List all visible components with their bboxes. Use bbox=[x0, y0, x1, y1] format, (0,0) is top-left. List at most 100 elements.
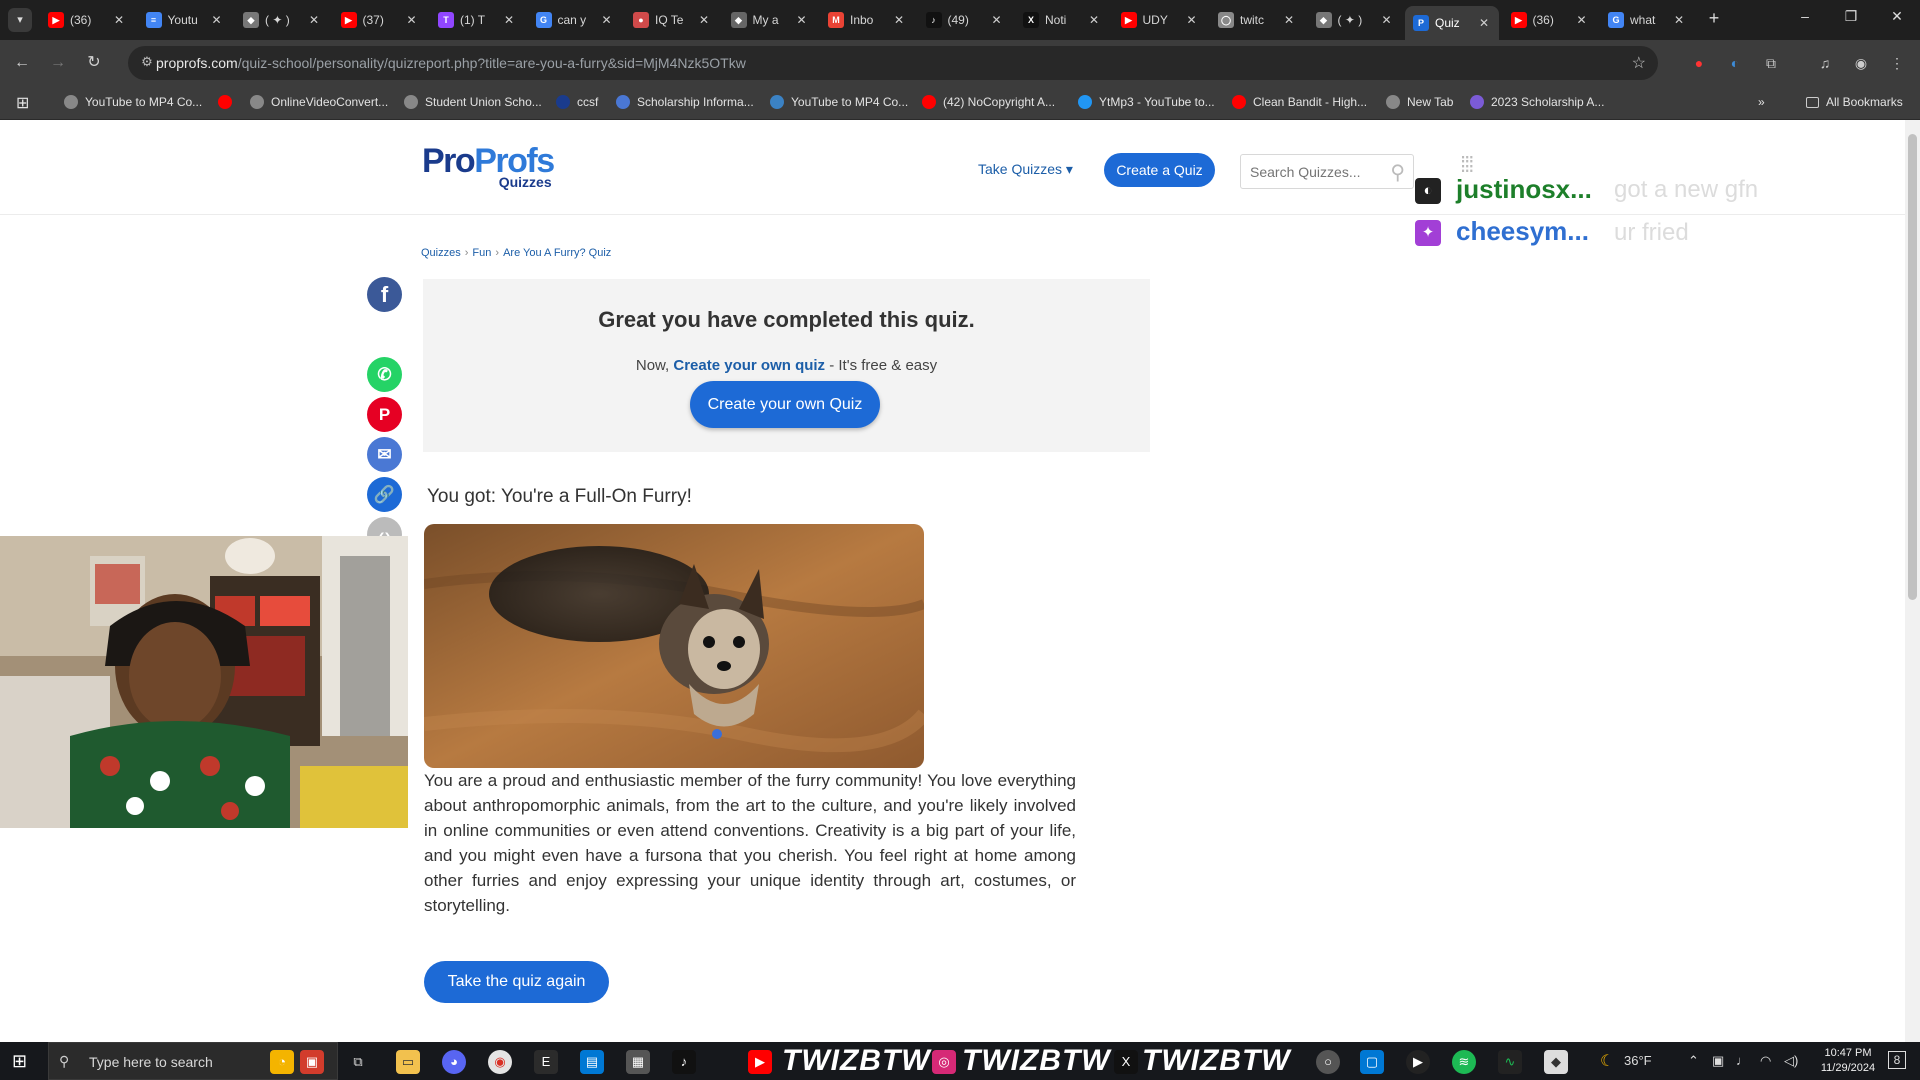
notifications-icon[interactable]: 8 bbox=[1888, 1051, 1906, 1069]
volume-icon[interactable]: ◁) bbox=[1784, 1053, 1798, 1069]
bookmark-item[interactable]: YouTube to MP4 Co... bbox=[64, 95, 202, 109]
bookmark-item[interactable]: YtMp3 - YouTube to... bbox=[1078, 95, 1215, 109]
roblox-icon[interactable]: ◆ bbox=[1544, 1050, 1568, 1074]
tab-close-icon[interactable]: ✕ bbox=[1282, 13, 1296, 27]
forward-icon[interactable]: → bbox=[47, 52, 69, 74]
whatsapp-share-icon[interactable]: ✆ bbox=[367, 357, 402, 392]
tab-close-icon[interactable]: ✕ bbox=[210, 13, 224, 27]
browser-tab[interactable]: ● IQ Te ✕ bbox=[625, 4, 719, 36]
bookmark-item[interactable]: 2023 Scholarship A... bbox=[1470, 95, 1604, 109]
tab-close-icon[interactable]: ✕ bbox=[1575, 13, 1589, 27]
audio-app-icon[interactable]: ∿ bbox=[1498, 1050, 1522, 1074]
gift-widget-icon[interactable]: ▣ bbox=[300, 1050, 324, 1074]
bookmark-item[interactable]: (42) NoCopyright A... bbox=[922, 95, 1055, 109]
tab-close-icon[interactable]: ✕ bbox=[502, 13, 516, 27]
task-view-icon[interactable]: ⧉ bbox=[346, 1050, 370, 1074]
tab-close-icon[interactable]: ✕ bbox=[795, 13, 809, 27]
media-control-icon[interactable]: ♫ bbox=[1814, 52, 1836, 74]
minimize-button[interactable]: – bbox=[1790, 8, 1820, 24]
omnibox[interactable]: ⚙ proprofs.com/quiz-school/personality/q… bbox=[128, 46, 1658, 80]
tiktok-icon[interactable]: ♪ bbox=[672, 1050, 696, 1074]
browser-tab[interactable]: ▶ (37) ✕ bbox=[333, 4, 427, 36]
browser-tab[interactable]: ◆ ( ✦ ) ✕ bbox=[235, 4, 329, 36]
page-scrollbar[interactable] bbox=[1905, 120, 1920, 1042]
site-info-icon[interactable]: ⚙ bbox=[138, 54, 156, 72]
all-bookmarks[interactable]: All Bookmarks bbox=[1806, 95, 1903, 109]
chrome-icon[interactable]: ◉ bbox=[488, 1050, 512, 1074]
weather-temp[interactable]: 36°F bbox=[1624, 1053, 1652, 1068]
browser-tab[interactable]: ◯ twitc ✕ bbox=[1210, 4, 1304, 36]
extension-blue-icon[interactable]: ◐ bbox=[1724, 52, 1746, 74]
apps-grid-icon[interactable]: ⁞⁞⁞ bbox=[1460, 154, 1474, 176]
browser-tab[interactable]: X Noti ✕ bbox=[1015, 4, 1109, 36]
breadcrumb-current[interactable]: Are You A Furry? Quiz bbox=[503, 247, 611, 259]
browser-tab[interactable]: ▶ (36) ✕ bbox=[40, 4, 134, 36]
tab-close-icon[interactable]: ✕ bbox=[1380, 13, 1394, 27]
browser-tab[interactable]: M Inbo ✕ bbox=[820, 4, 914, 36]
back-icon[interactable]: ← bbox=[11, 52, 33, 74]
proprofs-logo[interactable]: ProProfs Quizzes bbox=[422, 144, 555, 190]
create-own-quiz-link[interactable]: Create your own quiz bbox=[673, 357, 825, 374]
tray-overflow-icon[interactable]: ⌃ bbox=[1688, 1053, 1699, 1069]
restore-button[interactable]: ❐ bbox=[1836, 8, 1866, 25]
bookmark-item[interactable]: Scholarship Informa... bbox=[616, 95, 754, 109]
tab-close-icon[interactable]: ✕ bbox=[112, 13, 126, 27]
bookmark-item[interactable]: Student Union Scho... bbox=[404, 95, 542, 109]
network-icon[interactable]: ◠ bbox=[1760, 1053, 1771, 1069]
take-quiz-again-button[interactable]: Take the quiz again bbox=[424, 961, 609, 1003]
tab-close-icon[interactable]: ✕ bbox=[1185, 13, 1199, 27]
browser-tab[interactable]: Gcan y ✕ bbox=[528, 4, 622, 36]
media-player-icon[interactable]: ▶ bbox=[1406, 1050, 1430, 1074]
tab-close-icon[interactable]: ✕ bbox=[600, 13, 614, 27]
take-quizzes-menu[interactable]: Take Quizzes ▾ bbox=[978, 161, 1073, 178]
microphone-icon[interactable]: ♩ bbox=[1736, 1053, 1749, 1068]
breadcrumb-fun[interactable]: Fun bbox=[472, 247, 491, 259]
tab-close-icon[interactable]: ✕ bbox=[1477, 16, 1491, 30]
extensions-puzzle-icon[interactable]: ⧉ bbox=[1760, 52, 1782, 74]
close-window-button[interactable]: ✕ bbox=[1882, 8, 1912, 25]
browser-tab[interactable]: ◆ ( ✦ ) ✕ bbox=[1308, 4, 1402, 36]
breadcrumb-quizzes[interactable]: Quizzes bbox=[421, 247, 461, 259]
tab-close-icon[interactable]: ✕ bbox=[697, 13, 711, 27]
file-explorer-icon[interactable]: ▭ bbox=[396, 1050, 420, 1074]
minecraft-icon[interactable]: ▦ bbox=[626, 1050, 650, 1074]
copy-link-icon[interactable]: 🔗 bbox=[367, 477, 402, 512]
create-your-own-quiz-button[interactable]: Create your own Quiz bbox=[690, 381, 880, 428]
browser-tab[interactable]: ≡ Youtu ✕ bbox=[138, 4, 232, 36]
system-clock[interactable]: 10:47 PM 11/29/2024 bbox=[1818, 1046, 1878, 1076]
tab-close-icon[interactable]: ✕ bbox=[990, 13, 1004, 27]
tab-close-icon[interactable]: ✕ bbox=[1087, 13, 1101, 27]
facebook-share-icon[interactable]: f bbox=[367, 277, 402, 312]
browser-tab[interactable]: ▶ UDY ✕ bbox=[1113, 4, 1207, 36]
tab-close-icon[interactable]: ✕ bbox=[405, 13, 419, 27]
app-icon[interactable]: ○ bbox=[1316, 1050, 1340, 1074]
url-text[interactable]: proprofs.com/quiz-school/personality/qui… bbox=[156, 55, 746, 71]
store-icon[interactable]: ▤ bbox=[580, 1050, 604, 1074]
spotify-icon[interactable]: ≋ bbox=[1452, 1050, 1476, 1074]
more-bookmarks-icon[interactable]: » bbox=[1758, 95, 1765, 109]
bookmark-item[interactable]: ccsf bbox=[556, 95, 598, 109]
bookmark-item[interactable] bbox=[218, 95, 239, 109]
profile-avatar-icon[interactable]: ◉ bbox=[1850, 52, 1872, 74]
extension-red-icon[interactable]: ● bbox=[1688, 52, 1710, 74]
tab-close-icon[interactable]: ✕ bbox=[307, 13, 321, 27]
search-input[interactable] bbox=[1250, 162, 1380, 182]
bookmark-star-icon[interactable]: ☆ bbox=[1632, 53, 1646, 73]
browser-tab[interactable]: P Quiz ✕ bbox=[1405, 6, 1499, 40]
reload-icon[interactable]: ↻ bbox=[83, 52, 105, 74]
tab-search-button[interactable]: ▾ bbox=[8, 8, 32, 32]
bookmark-item[interactable]: New Tab bbox=[1386, 95, 1453, 109]
epic-games-icon[interactable]: E bbox=[534, 1050, 558, 1074]
tab-close-icon[interactable]: ✕ bbox=[1672, 13, 1686, 27]
bookmark-item[interactable]: Clean Bandit - High... bbox=[1232, 95, 1367, 109]
tab-close-icon[interactable]: ✕ bbox=[892, 13, 906, 27]
taskbar-search[interactable]: ⚲ Type here to search bbox=[48, 1042, 338, 1080]
browser-tab[interactable]: ♪ (49) ✕ bbox=[918, 4, 1012, 36]
pinterest-share-icon[interactable]: P bbox=[367, 397, 402, 432]
browser-tab[interactable]: T (1) T ✕ bbox=[430, 4, 524, 36]
new-tab-button[interactable]: + bbox=[1702, 8, 1726, 29]
bookmark-item[interactable]: YouTube to MP4 Co... bbox=[770, 95, 908, 109]
browser-menu-icon[interactable]: ⋮ bbox=[1886, 52, 1908, 74]
windows-start-icon[interactable]: ⊞ bbox=[12, 1051, 27, 1072]
tray-camera-icon[interactable]: ▣ bbox=[1712, 1053, 1724, 1069]
